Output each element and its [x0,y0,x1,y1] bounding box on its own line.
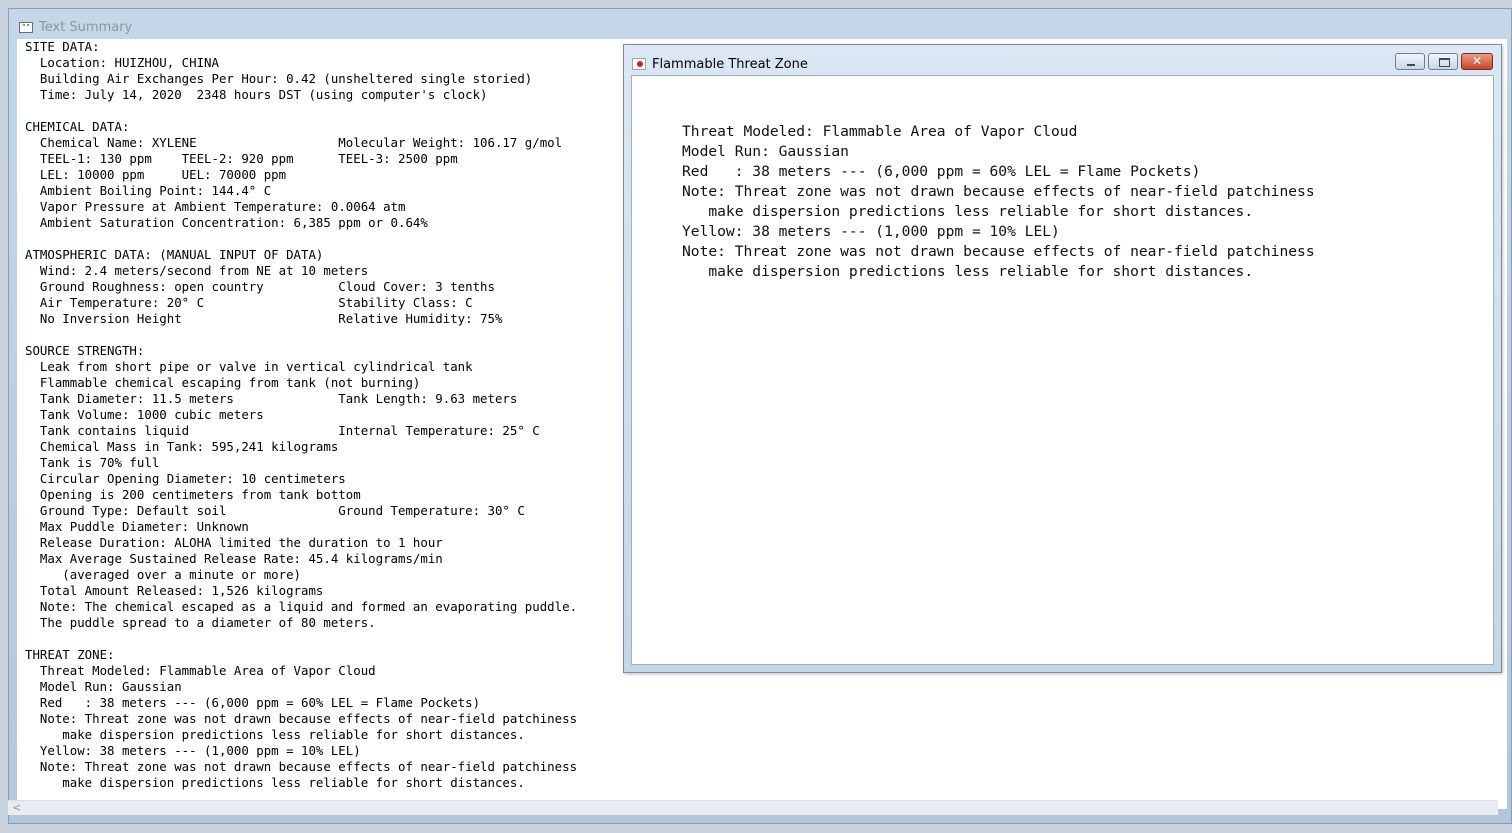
threat-zone-line: Note: Threat zone was not drawn because … [682,183,1315,200]
summary-line: Note: Threat zone was not drawn because … [25,759,578,774]
summary-line: make dispersion predictions less reliabl… [25,775,525,790]
summary-line: SITE DATA: [25,39,100,54]
maximize-button[interactable] [1428,53,1458,70]
summary-line: Tank contains liquid Internal Temperatur… [25,423,540,438]
summary-line: Circular Opening Diameter: 10 centimeter… [25,471,346,486]
threat-zone-text: Threat Modeled: Flammable Area of Vapor … [682,122,1315,282]
title-bar[interactable]: "" Text Summary [19,17,1511,37]
threat-window-icon [632,58,646,70]
summary-line: LEL: 10000 ppm UEL: 70000 ppm [25,167,287,182]
summary-line: Air Temperature: 20° C Stability Class: … [25,295,473,310]
summary-line: Note: The chemical escaped as a liquid a… [25,599,578,614]
summary-line: Ground Roughness: open country Cloud Cov… [25,279,495,294]
threat-zone-line: make dispersion predictions less reliabl… [682,263,1254,280]
threat-zone-line: Model Run: Gaussian [682,143,849,160]
summary-line: Max Puddle Diameter: Unknown [25,519,249,534]
summary-line: (averaged over a minute or more) [25,567,302,582]
summary-line: CHEMICAL DATA: [25,119,130,134]
summary-line: Ground Type: Default soil Ground Tempera… [25,503,525,518]
summary-line: Ambient Saturation Concentration: 6,385 … [25,215,428,230]
summary-line: Flammable chemical escaping from tank (n… [25,375,421,390]
flammable-threat-zone-window: Flammable Threat Zone ✕ Threat Modeled: … [623,44,1502,673]
threat-zone-line: make dispersion predictions less reliabl… [682,203,1254,220]
summary-line: Note: Threat zone was not drawn because … [25,711,578,726]
threat-zone-line: Threat Modeled: Flammable Area of Vapor … [682,123,1078,140]
summary-line: ATMOSPHERIC DATA: (MANUAL INPUT OF DATA) [25,247,324,262]
summary-line: Building Air Exchanges Per Hour: 0.42 (u… [25,71,533,86]
window-title: Text Summary [39,19,133,35]
summary-line: make dispersion predictions less reliabl… [25,727,525,742]
summary-line: Opening is 200 centimeters from tank bot… [25,487,361,502]
close-button[interactable]: ✕ [1461,53,1493,70]
summary-line: Tank Diameter: 11.5 meters Tank Length: … [25,391,518,406]
summary-text: SITE DATA: Location: HUIZHOU, CHINA Buil… [25,39,577,791]
summary-line: The puddle spread to a diameter of 80 me… [25,615,376,630]
threat-zone-line: Note: Threat zone was not drawn because … [682,243,1315,260]
summary-line: Total Amount Released: 1,526 kilograms [25,583,324,598]
summary-line: Threat Modeled: Flammable Area of Vapor … [25,663,376,678]
summary-line: Max Average Sustained Release Rate: 45.4… [25,551,443,566]
threat-zone-content: Threat Modeled: Flammable Area of Vapor … [631,75,1494,665]
horizontal-scrollbar[interactable]: < [8,800,1498,815]
summary-line: Tank Volume: 1000 cubic meters [25,407,264,422]
summary-line: Ambient Boiling Point: 144.4° C [25,183,272,198]
summary-line: TEEL-1: 130 ppm TEEL-2: 920 ppm TEEL-3: … [25,151,458,166]
threat-zone-line: Yellow: 38 meters --- (1,000 ppm = 10% L… [682,223,1060,240]
summary-line: THREAT ZONE: [25,647,115,662]
summary-line: Model Run: Gaussian [25,679,182,694]
minimize-button[interactable] [1395,53,1425,70]
threat-window-title: Flammable Threat Zone [652,56,808,72]
summary-line: Time: July 14, 2020 2348 hours DST (usin… [25,87,488,102]
summary-line: Leak from short pipe or valve in vertica… [25,359,473,374]
summary-line: Location: HUIZHOU, CHINA [25,55,219,70]
scroll-left-arrow-icon[interactable]: < [12,801,21,815]
threat-zone-line: Red : 38 meters --- (6,000 ppm = 60% LEL… [682,163,1201,180]
summary-line: Wind: 2.4 meters/second from NE at 10 me… [25,263,369,278]
threat-title-bar[interactable]: Flammable Threat Zone [632,53,1391,75]
summary-line: No Inversion Height Relative Humidity: 7… [25,311,503,326]
window-controls: ✕ [1392,53,1493,73]
summary-line: Tank is 70% full [25,455,160,470]
summary-line: Release Duration: ALOHA limited the dura… [25,535,443,550]
summary-line: Red : 38 meters --- (6,000 ppm = 60% LEL… [25,695,481,710]
summary-line: SOURCE STRENGTH: [25,343,145,358]
summary-line: Vapor Pressure at Ambient Temperature: 0… [25,199,406,214]
window-icon: "" [19,21,33,33]
summary-line: Yellow: 38 meters --- (1,000 ppm = 10% L… [25,743,361,758]
summary-line: Chemical Name: XYLENE Molecular Weight: … [25,135,563,150]
summary-line: Chemical Mass in Tank: 595,241 kilograms [25,439,339,454]
